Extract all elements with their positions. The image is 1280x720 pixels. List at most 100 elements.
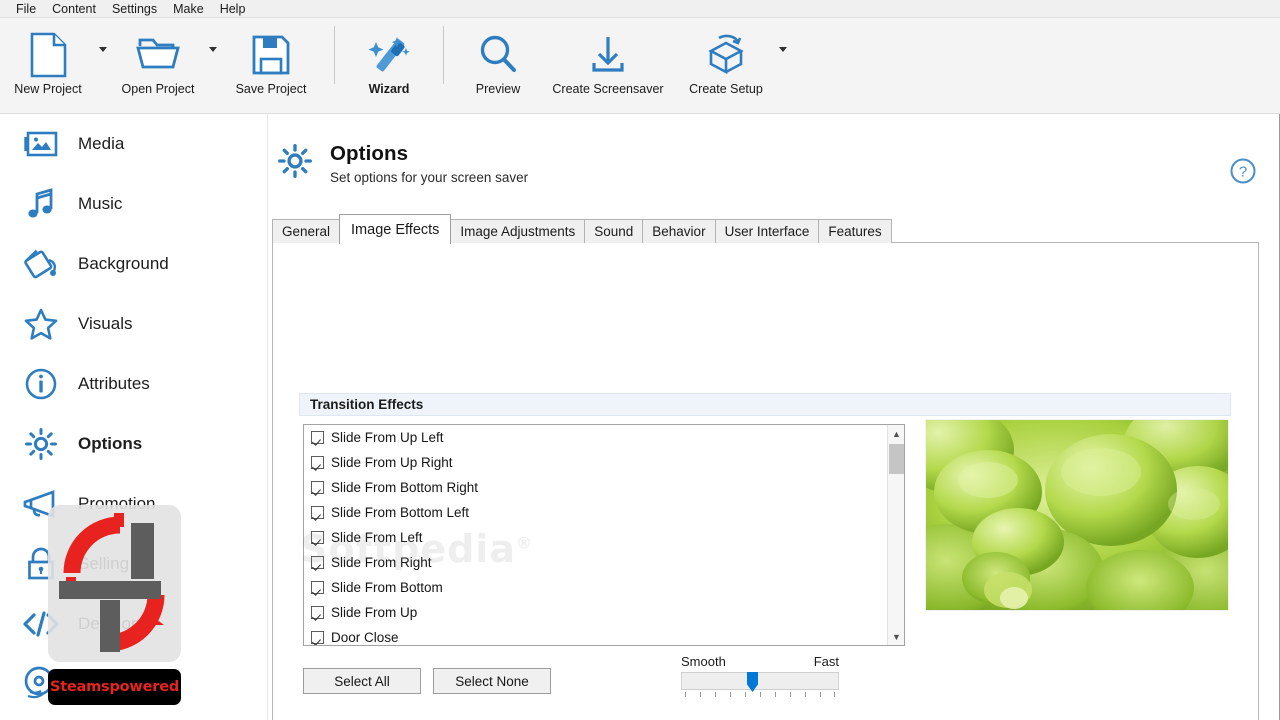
create-screensaver-button[interactable]: Create Screensaver [540,18,676,112]
sidebar-item-label: Media [78,134,125,153]
gear-icon [274,140,316,182]
sidebar-item-attributes[interactable]: Attributes [0,354,267,414]
sidebar-item-music[interactable]: Music [0,174,267,234]
tab-image-adjustments[interactable]: Image Adjustments [450,219,586,243]
sidebar-item-options[interactable]: Options [0,414,267,474]
checkbox-icon[interactable] [311,556,324,569]
tab-image-effects[interactable]: Image Effects [339,214,452,244]
new-project-button[interactable]: New Project [0,18,96,112]
menu-file[interactable]: File [8,0,44,18]
list-item[interactable]: Slide From Up Left [304,425,904,450]
open-folder-icon [134,30,182,80]
sidebar-item-label: Options [78,434,143,453]
create-setup-dropdown-arrow[interactable] [776,18,790,112]
preview-button[interactable]: Preview [456,18,540,112]
slider-right-label: Fast [813,654,839,669]
page-subtitle: Set options for your screen saver [330,170,529,185]
select-none-button[interactable]: Select None [433,668,551,694]
transition-effects-group-header: Transition Effects [299,393,1231,416]
checkbox-icon[interactable] [311,506,324,519]
magic-wand-icon [366,30,412,80]
download-arrow-icon [586,30,630,80]
svg-text:?: ? [1239,164,1247,181]
create-setup-button[interactable]: Create Setup [676,18,776,112]
package-box-icon [703,30,749,80]
checkbox-icon[interactable] [311,606,324,619]
menu-settings[interactable]: Settings [104,0,165,18]
sidebar-item-label: Attributes [78,374,150,393]
open-project-label: Open Project [121,82,195,96]
list-item[interactable]: Slide From Bottom [304,575,904,600]
transition-effects-list[interactable]: Slide From Up Left Slide From Up Right S… [303,424,905,646]
sidebar-item-background[interactable]: Background [0,234,267,294]
preview-label: Preview [475,82,521,96]
picture-frame-icon [20,123,62,165]
list-scrollbar[interactable]: ▲ ▼ [887,425,904,645]
transition-speed-slider[interactable]: Smooth Fast [681,654,839,700]
sidebar-item-label: Developer [78,614,156,633]
gear-icon [20,423,62,465]
sidebar-item-media[interactable]: Media [0,114,267,174]
sidebar-item-disc[interactable] [0,654,267,714]
list-item-label: Slide From Right [331,555,432,570]
sidebar-item-developer[interactable]: Developer [0,594,267,654]
sidebar-item-visuals[interactable]: Visuals [0,294,267,354]
checkbox-icon[interactable] [311,581,324,594]
help-button[interactable]: ? [1229,157,1257,185]
list-item[interactable]: Slide From Bottom Right [304,475,904,500]
slider-labels: Smooth Fast [681,654,839,669]
new-project-dropdown-arrow[interactable] [96,18,110,112]
slider-ticks [681,692,839,700]
slider-track[interactable] [681,672,839,692]
star-icon [20,303,62,345]
scroll-up-arrow-icon[interactable]: ▲ [888,425,904,442]
list-item[interactable]: Slide From Up Right [304,450,904,475]
tab-general[interactable]: General [272,219,341,243]
menu-help[interactable]: Help [212,0,254,18]
preview-thumbnail [925,419,1229,611]
list-item-label: Slide From Left [331,530,423,545]
list-item-label: Door Close [331,630,399,645]
code-brackets-icon [20,603,62,645]
chevron-down-icon [209,46,217,52]
tab-behavior[interactable]: Behavior [642,219,716,243]
slider-left-label: Smooth [681,654,726,669]
wizard-label: Wizard [368,82,410,96]
slider-thumb[interactable] [747,672,758,692]
menu-make[interactable]: Make [165,0,212,18]
scroll-down-arrow-icon[interactable]: ▼ [888,628,904,645]
sidebar-item-selling[interactable]: Selling [0,534,267,594]
checkbox-icon[interactable] [311,531,324,544]
tab-sound[interactable]: Sound [584,219,644,243]
save-project-button[interactable]: Save Project [220,18,322,112]
new-project-label: New Project [14,82,82,96]
menu-content[interactable]: Content [44,0,104,18]
list-item-label: Slide From Up Right [331,455,453,470]
sidebar-item-label: Promotion [78,494,156,513]
scrollbar-thumb[interactable] [889,444,904,474]
sidebar-item-promotion[interactable]: Promotion [0,474,267,534]
checkbox-icon[interactable] [311,431,324,444]
create-setup-label: Create Setup [689,82,763,96]
sidebar-navigation: Media Music Background Visuals Attribute… [0,114,268,720]
new-document-icon [27,30,69,80]
wizard-button[interactable]: Wizard [347,18,431,112]
open-project-dropdown-arrow[interactable] [206,18,220,112]
tab-features[interactable]: Features [818,219,892,243]
list-item[interactable]: Door Close [304,625,904,645]
page-header: Options Set options for your screen save… [268,128,1279,208]
page-title: Options [330,142,409,165]
list-item[interactable]: Slide From Left [304,525,904,550]
list-item-label: Slide From Bottom Right [331,480,479,495]
checkbox-icon[interactable] [311,456,324,469]
checkbox-icon[interactable] [311,481,324,494]
list-item[interactable]: Slide From Right [304,550,904,575]
create-screensaver-label: Create Screensaver [552,82,664,96]
list-item[interactable]: Slide From Bottom Left [304,500,904,525]
open-project-button[interactable]: Open Project [110,18,206,112]
tab-user-interface[interactable]: User Interface [714,219,820,243]
checkbox-icon[interactable] [311,631,324,644]
select-all-button[interactable]: Select All [303,668,421,694]
list-item[interactable]: Slide From Up [304,600,904,625]
toolbar-separator [443,26,444,84]
